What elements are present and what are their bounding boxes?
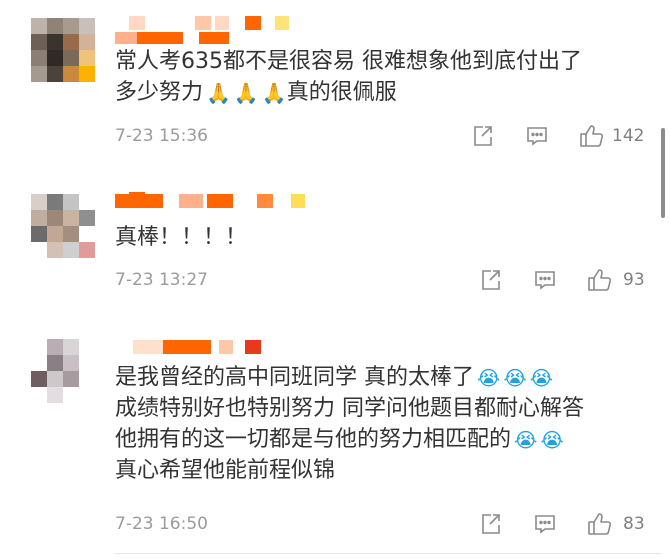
username[interactable] (115, 192, 375, 222)
thumbs-up-icon[interactable] (579, 124, 605, 148)
comment-icon[interactable] (533, 268, 557, 292)
share-icon[interactable] (471, 124, 495, 148)
comment-text: 是我曾经的高中同班同学 真的太棒了 😭 😭 😭 成绩特别好也特别努力 同学问他题目都耐… (115, 362, 584, 486)
like-count: 142 (612, 126, 645, 146)
comment-line: 他拥有的这一切都是与他的努力相匹配的 😭 😭 (115, 424, 584, 455)
comment-meta: 7-23 13:27 93 (115, 268, 660, 296)
share-icon[interactable] (479, 512, 503, 536)
comment-icon[interactable] (525, 124, 549, 148)
avatar[interactable] (31, 339, 95, 403)
comment-text: 真棒！！！！ (115, 222, 247, 253)
comment-line: 常人考635都不是很容易 很难想象他到底付出了 (115, 49, 582, 74)
comment-line: 真心希望他能前程似锦 (115, 458, 336, 483)
like-count: 83 (623, 514, 645, 534)
timestamp: 7-23 13:27 (115, 270, 208, 290)
thumbs-up-icon[interactable] (587, 268, 613, 292)
crying-face-icon: 😭 (529, 366, 554, 390)
folded-hands-icon: 🙏 (206, 81, 231, 105)
share-icon[interactable] (479, 268, 503, 292)
comment-line: 是我曾经的高中同班同学 真的太棒了 😭 😭 😭 (115, 362, 584, 393)
comment-line: 多少努力 🙏 🙏 🙏真的很佩服 (115, 77, 582, 108)
crying-face-icon: 😭 (477, 366, 501, 390)
avatar[interactable] (31, 194, 95, 258)
folded-hands-icon: 🙏 (261, 81, 287, 105)
scrollbar[interactable] (661, 128, 665, 218)
timestamp: 7-23 15:36 (115, 126, 208, 146)
avatar[interactable] (31, 18, 95, 82)
username[interactable] (115, 16, 375, 46)
divider (115, 553, 662, 554)
comment-text: 常人考635都不是很容易 很难想象他到底付出了 多少努力 🙏 🙏 🙏真的很佩服 (115, 46, 582, 108)
comment-meta: 7-23 15:36 142 (115, 124, 660, 152)
thumbs-up-icon[interactable] (587, 512, 613, 536)
comment-line: 真棒！！！！ (115, 225, 248, 250)
crying-face-icon: 😭 (540, 428, 564, 452)
comment-icon[interactable] (533, 512, 557, 536)
comment-meta: 7-23 16:50 83 (115, 512, 660, 540)
timestamp: 7-23 16:50 (115, 514, 208, 534)
comment-line: 成绩特别好也特别努力 同学问他题目都耐心解答 (115, 396, 584, 421)
comment-feed: 常人考635都不是很容易 很难想象他到底付出了 多少努力 🙏 🙏 🙏真的很佩服 7-2… (0, 0, 670, 558)
folded-hands-icon: 🙏 (233, 81, 259, 105)
crying-face-icon: 😭 (514, 428, 538, 452)
crying-face-icon: 😭 (503, 366, 527, 390)
like-count: 93 (623, 270, 645, 290)
